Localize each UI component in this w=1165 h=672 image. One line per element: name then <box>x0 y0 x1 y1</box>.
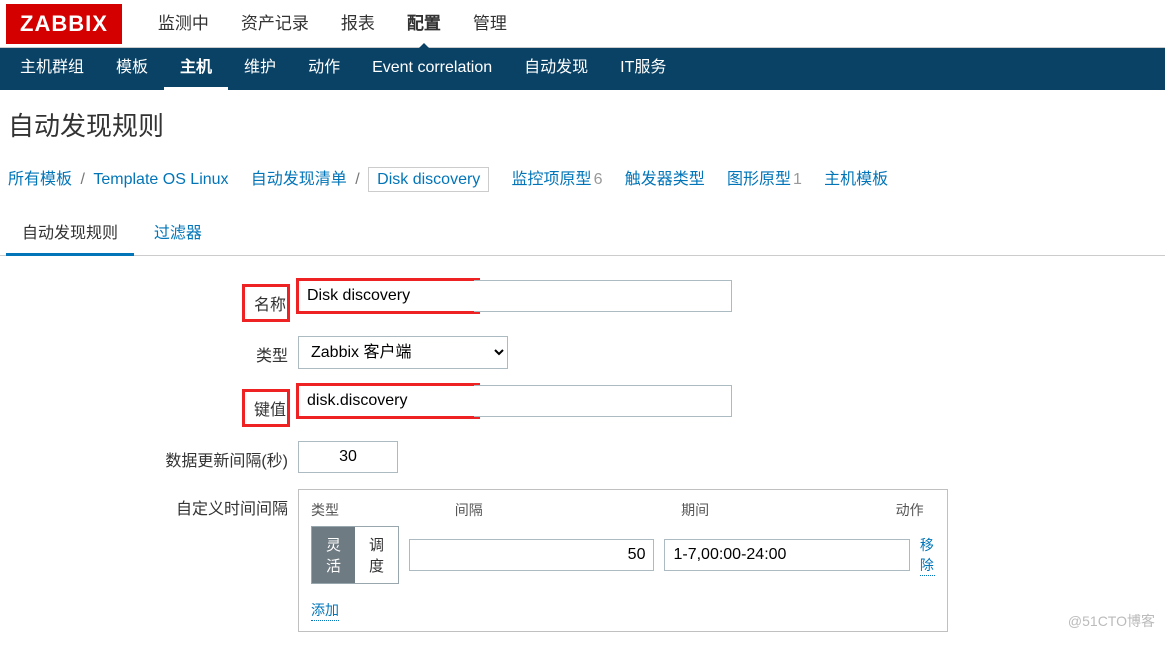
interval-type-segment: 灵活 调度 <box>311 526 399 584</box>
bc-current: Disk discovery <box>368 167 489 192</box>
breadcrumb: 所有模板 / Template OS Linux 自动发现清单 / Disk d… <box>0 159 1165 209</box>
tab-filter[interactable]: 过滤器 <box>138 209 218 256</box>
bc-all-templates[interactable]: 所有模板 <box>8 171 72 188</box>
topnav-configuration[interactable]: 配置 <box>391 0 457 48</box>
logo: ZABBIX <box>6 4 122 44</box>
remove-link[interactable]: 移除 <box>920 535 935 576</box>
tab-rule[interactable]: 自动发现规则 <box>6 209 134 256</box>
hdr-period: 期间 <box>681 500 896 520</box>
bc-discovery-list[interactable]: 自动发现清单 <box>251 171 347 188</box>
topnav-inventory[interactable]: 资产记录 <box>225 0 325 48</box>
label-type: 类型 <box>10 336 298 366</box>
seg-scheduling[interactable]: 调度 <box>355 527 398 583</box>
topnav-reports[interactable]: 报表 <box>325 0 391 48</box>
subnav-discovery[interactable]: 自动发现 <box>508 48 604 90</box>
type-select[interactable]: Zabbix 客户端 <box>298 336 508 369</box>
custom-interval-box: 类型 间隔 期间 动作 灵活 调度 移除 添加 <box>298 489 948 632</box>
form: 名称 类型 Zabbix 客户端 键值 数据更新间隔(秒) 自定义时间间隔 类型 <box>0 256 1165 672</box>
add-link[interactable]: 添加 <box>311 600 339 621</box>
top-nav: ZABBIX 监测中 资产记录 报表 配置 管理 <box>0 0 1165 48</box>
bc-host-proto[interactable]: 主机模板 <box>824 171 888 188</box>
hdr-type: 类型 <box>311 500 455 520</box>
subnav-maintenance[interactable]: 维护 <box>228 48 292 90</box>
sub-nav: 主机群组 模板 主机 维护 动作 Event correlation 自动发现 … <box>0 48 1165 90</box>
hdr-interval: 间隔 <box>455 500 681 520</box>
topnav-admin[interactable]: 管理 <box>457 0 523 48</box>
bc-items-count: 6 <box>594 171 603 188</box>
bc-graphs-proto[interactable]: 图形原型 <box>727 171 791 188</box>
bc-triggers-proto[interactable]: 触发器类型 <box>625 171 705 188</box>
watermark: @51CTO博客 <box>1068 611 1155 631</box>
bc-template[interactable]: Template OS Linux <box>93 171 228 188</box>
bc-sep: / <box>80 171 84 188</box>
flex-interval-input[interactable] <box>409 539 654 571</box>
tabs: 自动发现规则 过滤器 <box>0 209 1165 256</box>
label-key: 键值 <box>244 391 288 425</box>
flex-period-input[interactable] <box>664 539 909 571</box>
subnav-actions[interactable]: 动作 <box>292 48 356 90</box>
subnav-hosts[interactable]: 主机 <box>164 48 228 90</box>
label-interval: 数据更新间隔(秒) <box>10 441 298 471</box>
subnav-eventcorr[interactable]: Event correlation <box>356 48 508 90</box>
subnav-hostgroups[interactable]: 主机群组 <box>4 48 100 90</box>
interval-input[interactable] <box>298 441 398 473</box>
key-input-ext[interactable] <box>474 385 732 417</box>
name-input[interactable] <box>298 280 478 312</box>
hdr-action: 动作 <box>896 500 935 520</box>
topnav-monitoring[interactable]: 监测中 <box>142 0 225 48</box>
seg-flexible[interactable]: 灵活 <box>312 527 355 583</box>
subnav-itservices[interactable]: IT服务 <box>604 48 682 90</box>
bc-graphs-count: 1 <box>793 171 802 188</box>
page-title: 自动发现规则 <box>0 90 1165 159</box>
bc-sep: / <box>355 171 359 188</box>
label-custom-interval: 自定义时间间隔 <box>10 489 298 519</box>
subnav-templates[interactable]: 模板 <box>100 48 164 90</box>
bc-items-proto[interactable]: 监控项原型 <box>512 171 592 188</box>
key-input[interactable] <box>298 385 478 417</box>
label-name: 名称 <box>244 286 288 320</box>
name-input-ext[interactable] <box>474 280 732 312</box>
